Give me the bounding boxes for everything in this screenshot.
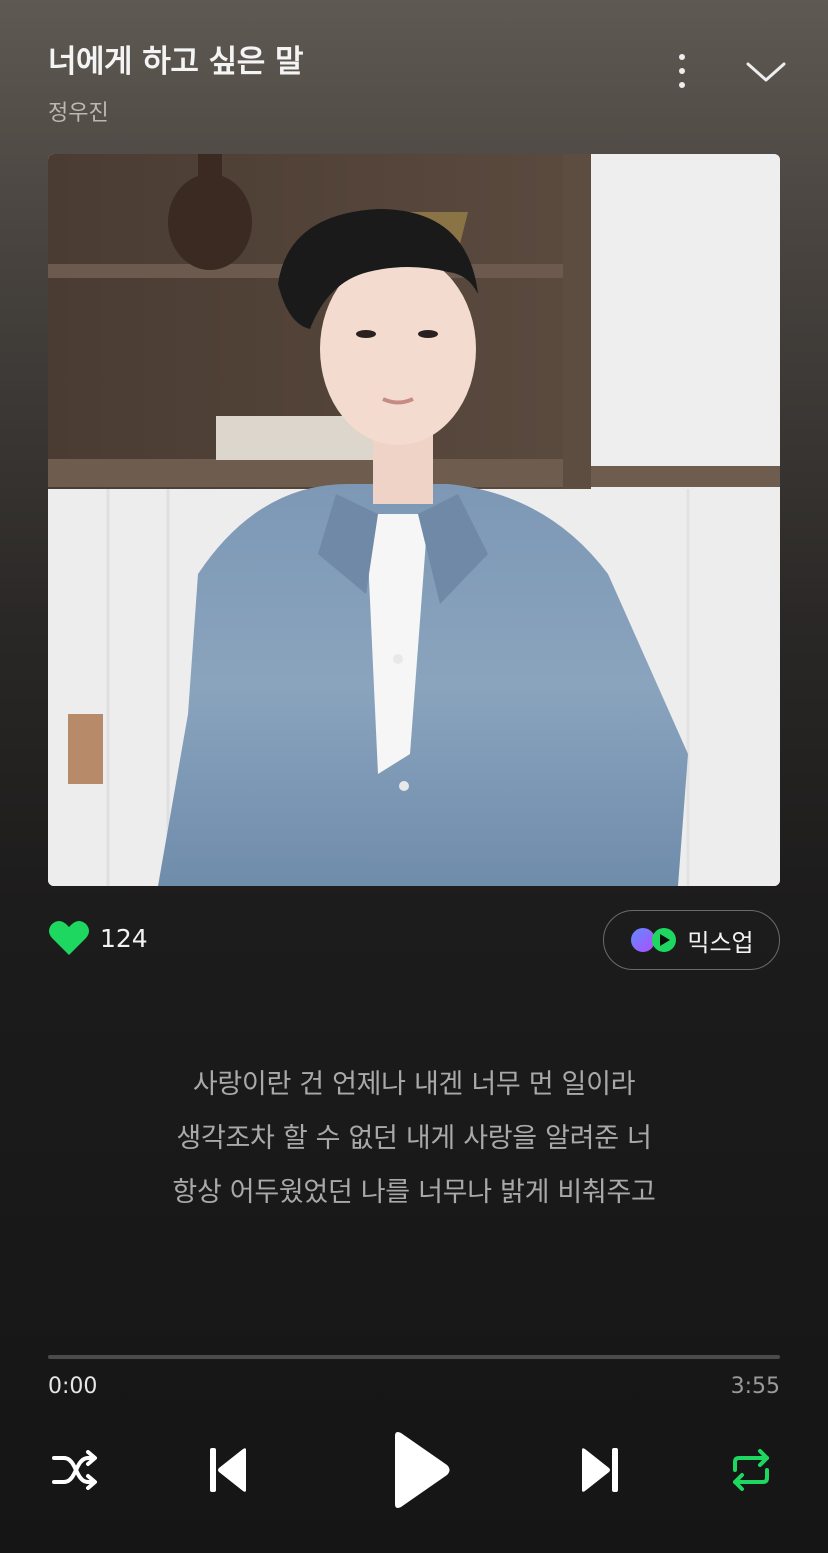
- chevron-down-icon: [746, 62, 786, 82]
- like-section: 124: [48, 918, 148, 958]
- lyric-line: 항상 어두웠었던 나를 너무나 밝게 비춰주고: [172, 1177, 656, 1208]
- current-time: 0:00: [48, 1374, 98, 1399]
- skip-next-icon: [582, 1448, 618, 1492]
- repeat-button[interactable]: [724, 1446, 778, 1494]
- mixup-label: 믹스업: [687, 928, 754, 957]
- total-time: 3:55: [730, 1374, 780, 1399]
- play-button[interactable]: [380, 1426, 460, 1514]
- next-button[interactable]: [572, 1440, 628, 1500]
- shuffle-button[interactable]: [48, 1446, 102, 1494]
- album-art: [48, 154, 780, 886]
- more-options-button[interactable]: [672, 52, 692, 92]
- previous-button[interactable]: [200, 1440, 256, 1500]
- play-icon: [395, 1432, 450, 1508]
- progress-bar[interactable]: [48, 1355, 780, 1359]
- mixup-button[interactable]: 믹스업: [603, 910, 780, 970]
- shuffle-icon: [52, 1450, 97, 1490]
- now-playing-header: 너에게 하고 싶은 말 정우진: [48, 36, 788, 126]
- lyrics-panel[interactable]: 사랑이란 건 언제나 내겐 너무 먼 일이라 생각조차 할 수 없던 내게 사랑…: [0, 1058, 828, 1220]
- more-vertical-icon: [672, 52, 692, 96]
- like-count: 124: [100, 923, 148, 953]
- heart-icon[interactable]: [48, 919, 90, 957]
- repeat-icon: [733, 1449, 769, 1491]
- collapse-player-button[interactable]: [744, 56, 788, 86]
- skip-previous-icon: [210, 1448, 246, 1492]
- lyric-line: 생각조차 할 수 없던 내게 사랑을 알려준 너: [176, 1123, 652, 1154]
- mixup-icon: [631, 928, 677, 952]
- lyric-line: 사랑이란 건 언제나 내겐 너무 먼 일이라: [192, 1069, 636, 1100]
- artist-name[interactable]: 정우진: [48, 95, 788, 127]
